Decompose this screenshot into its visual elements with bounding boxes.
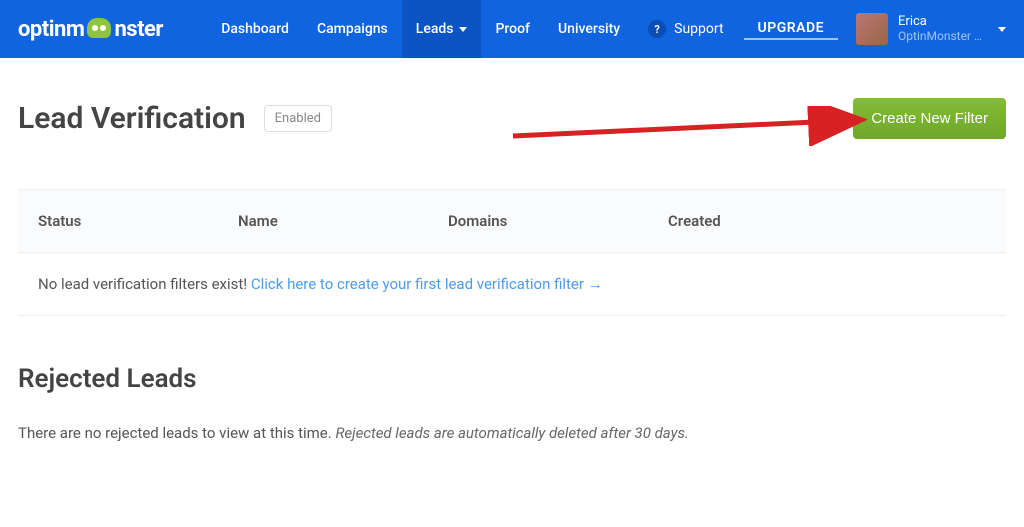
user-menu[interactable]: Erica OptinMonster … bbox=[844, 0, 1006, 58]
page-header: Lead Verification Enabled Create New Fil… bbox=[18, 98, 1006, 139]
chevron-down-icon bbox=[459, 27, 467, 32]
topbar: optinm nster Dashboard Campaigns Leads P… bbox=[0, 0, 1024, 58]
main-nav: Dashboard Campaigns Leads Proof Universi… bbox=[207, 0, 1006, 58]
empty-text: No lead verification filters exist! bbox=[38, 275, 251, 293]
filters-empty-state: No lead verification filters exist! Clic… bbox=[18, 253, 1006, 316]
nav-dashboard-label: Dashboard bbox=[221, 21, 289, 37]
monster-eye-icon bbox=[87, 18, 111, 38]
avatar bbox=[856, 13, 888, 45]
nav-university[interactable]: University bbox=[544, 0, 634, 58]
col-domains: Domains bbox=[448, 212, 668, 230]
nav-leads[interactable]: Leads bbox=[402, 0, 482, 58]
col-name: Name bbox=[238, 212, 448, 230]
brand-logo[interactable]: optinm nster bbox=[18, 17, 163, 42]
main-content: Lead Verification Enabled Create New Fil… bbox=[0, 58, 1024, 442]
help-icon: ? bbox=[648, 20, 666, 38]
user-text: Erica OptinMonster … bbox=[898, 15, 982, 44]
nav-campaigns[interactable]: Campaigns bbox=[303, 0, 402, 58]
chevron-down-icon bbox=[998, 27, 1006, 32]
nav-support-label: Support bbox=[674, 21, 723, 37]
status-badge: Enabled bbox=[264, 105, 332, 132]
nav-university-label: University bbox=[558, 21, 620, 37]
nav-dashboard[interactable]: Dashboard bbox=[207, 0, 303, 58]
brand-text-2: nster bbox=[114, 17, 163, 42]
nav-proof[interactable]: Proof bbox=[481, 0, 544, 58]
user-name: Erica bbox=[898, 15, 982, 30]
rejected-text-main: There are no rejected leads to view at t… bbox=[18, 424, 335, 442]
create-new-filter-button[interactable]: Create New Filter bbox=[853, 98, 1006, 139]
brand-text-1: optinm bbox=[18, 17, 84, 42]
rejected-leads-text: There are no rejected leads to view at t… bbox=[18, 424, 1006, 442]
nav-leads-label: Leads bbox=[416, 21, 454, 37]
nav-proof-label: Proof bbox=[495, 21, 530, 37]
nav-upgrade-label: UPGRADE bbox=[758, 20, 824, 36]
rejected-leads-title: Rejected Leads bbox=[18, 364, 1006, 394]
col-status: Status bbox=[38, 212, 238, 230]
filters-table-header: Status Name Domains Created bbox=[18, 189, 1006, 253]
page-title: Lead Verification bbox=[18, 101, 246, 136]
create-first-filter-link[interactable]: Click here to create your first lead ver… bbox=[251, 275, 603, 293]
nav-campaigns-label: Campaigns bbox=[317, 21, 388, 37]
nav-support[interactable]: ? Support bbox=[634, 0, 737, 58]
col-created: Created bbox=[668, 212, 986, 230]
nav-upgrade[interactable]: UPGRADE bbox=[744, 18, 838, 40]
user-org: OptinMonster … bbox=[898, 30, 982, 44]
rejected-text-note: Rejected leads are automatically deleted… bbox=[335, 424, 688, 442]
